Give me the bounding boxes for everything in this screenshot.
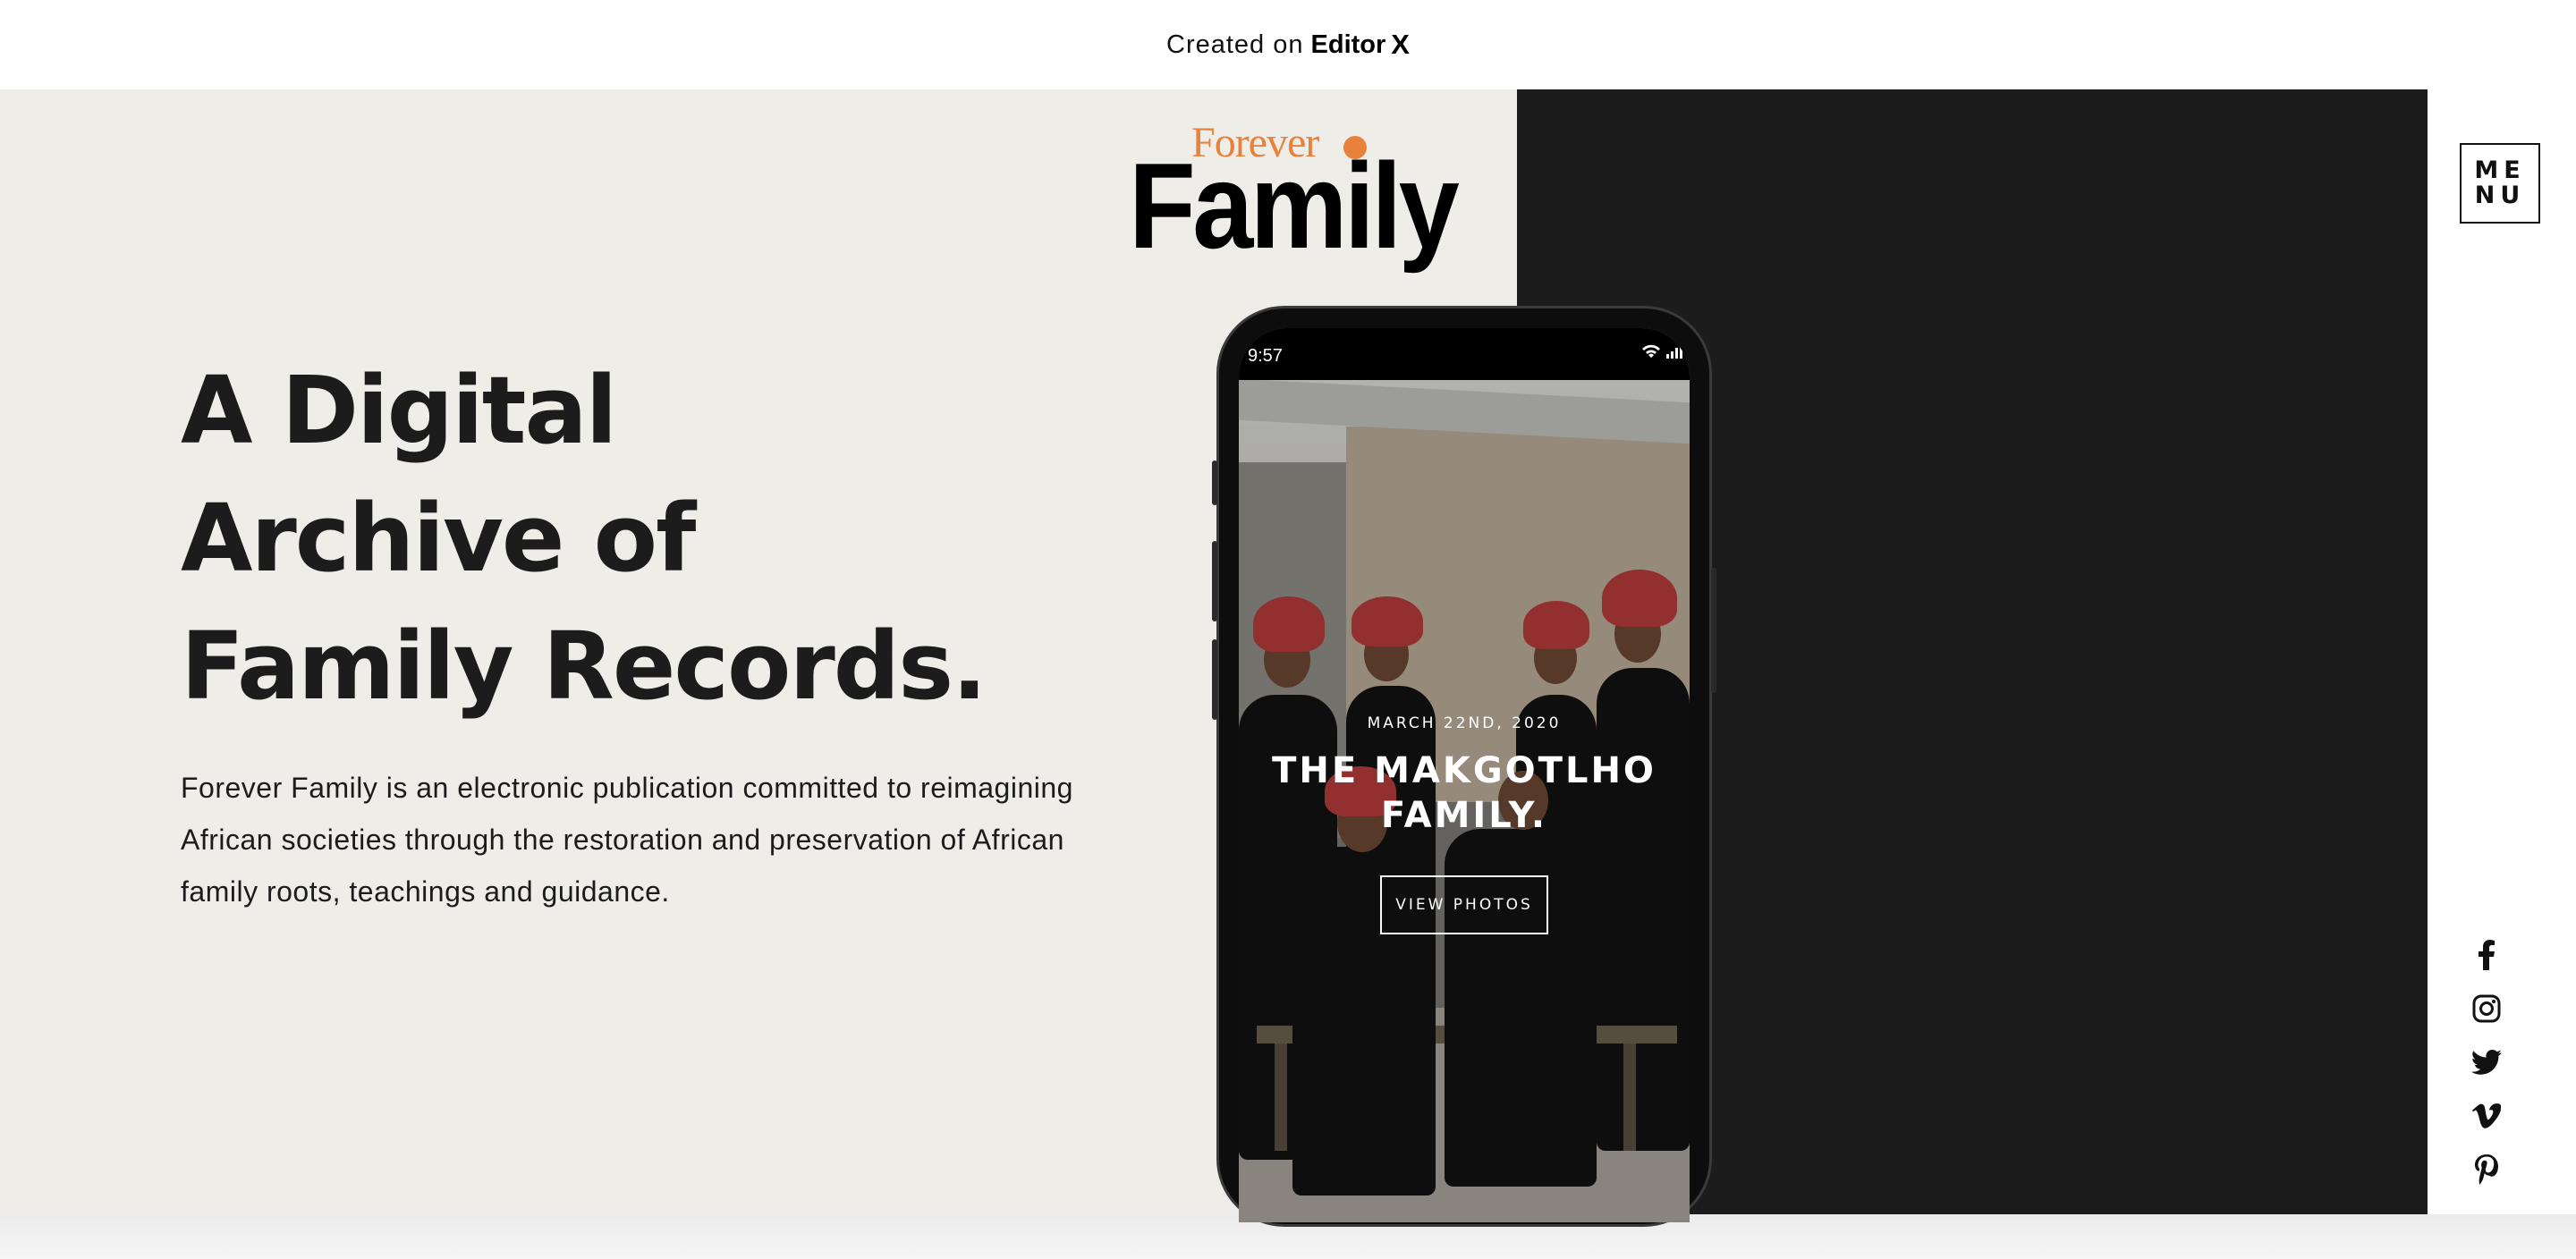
status-icons bbox=[1641, 344, 1682, 359]
headline-line: Archive of bbox=[181, 484, 696, 593]
menu-label-line2: NU bbox=[2474, 182, 2526, 209]
hero-headline: A Digital Archive of Family Records. bbox=[181, 347, 1075, 731]
vimeo-icon[interactable] bbox=[2470, 1100, 2503, 1132]
editor-x-banner[interactable]: Created on Editor X bbox=[0, 0, 2576, 90]
editor-x-link[interactable]: Editor bbox=[1311, 30, 1386, 60]
menu-label-line1: ME bbox=[2474, 156, 2526, 184]
story-title-line: THE MAKGOTLHO bbox=[1272, 750, 1657, 791]
phone-side-button bbox=[1212, 541, 1217, 621]
headline-line: A Digital bbox=[181, 356, 617, 465]
signal-icon bbox=[1666, 344, 1682, 359]
phone-side-button bbox=[1212, 461, 1217, 505]
view-photos-button[interactable]: VIEW PHOTOS bbox=[1380, 875, 1548, 934]
status-time: 9:57 bbox=[1248, 346, 1283, 366]
headline-line: Family Records. bbox=[181, 612, 987, 721]
facebook-icon[interactable] bbox=[2470, 939, 2503, 971]
social-links bbox=[2470, 939, 2503, 1186]
created-on-label: Created on bbox=[1166, 30, 1304, 59]
story-date: MARCH 22ND, 2020 bbox=[1367, 714, 1562, 732]
phone-notch bbox=[1355, 328, 1573, 371]
menu-button[interactable]: ME NU bbox=[2460, 143, 2540, 224]
story-title: THE MAKGOTLHO FAMILY. bbox=[1239, 748, 1690, 838]
instagram-icon[interactable] bbox=[2470, 993, 2503, 1025]
site-logo[interactable]: Forever Family bbox=[1129, 116, 1469, 274]
logo-family-text: Family bbox=[1129, 138, 1460, 274]
editor-x-logo-icon: X bbox=[1391, 29, 1410, 60]
phone-side-button bbox=[1212, 639, 1217, 720]
phone-screen: 9:57 MARCH 22ND, 2020 THE MAKGOTLHO FAMI… bbox=[1239, 328, 1690, 1222]
twitter-icon[interactable] bbox=[2470, 1046, 2503, 1078]
phone-mockup: 9:57 MARCH 22ND, 2020 THE MAKGOTLHO FAMI… bbox=[1212, 306, 1716, 1227]
hero-description: Forever Family is an electronic publicat… bbox=[181, 772, 1073, 908]
wifi-icon bbox=[1642, 344, 1660, 358]
pinterest-icon[interactable] bbox=[2470, 1153, 2503, 1186]
story-title-line: FAMILY. bbox=[1380, 795, 1548, 836]
phone-side-button bbox=[1711, 568, 1716, 693]
